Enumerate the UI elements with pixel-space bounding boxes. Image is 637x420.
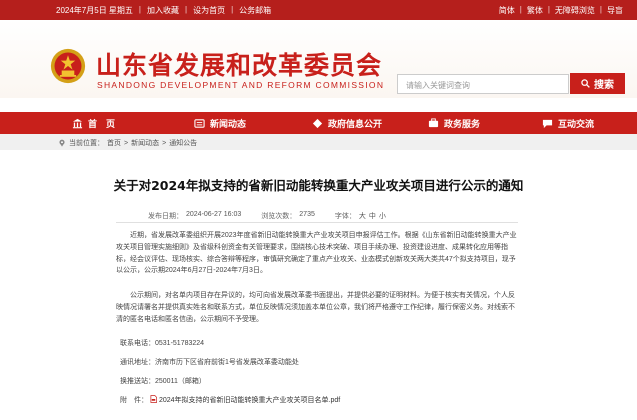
breadcrumb-news[interactable]: 新闻动态: [131, 138, 159, 148]
nav-item-gov-service[interactable]: 政务服务: [428, 112, 480, 134]
site-header: 山东省发展和改革委员会 SHANDONG DEVELOPMENT AND REF…: [0, 20, 637, 98]
nav-item-info-disclosure-label: 政府信息公开: [328, 118, 383, 129]
postal-code-label: 换推送站：: [120, 378, 155, 385]
font-size-medium[interactable]: 中: [369, 211, 376, 221]
main-navigation: 首 页 新闻动态 政府信息公开 政务服务 互动交流: [0, 112, 637, 134]
accessibility-link[interactable]: 无障碍浏览: [555, 5, 595, 16]
breadcrumb-prefix: 当前位置：: [69, 140, 104, 147]
site-title: 山东省发展和改革委员会: [96, 51, 383, 80]
contact-phone-value: 0531-51783224: [155, 340, 205, 347]
mailing-address-value: 济南市历下区省府前街1号省发展改革委动能处: [155, 359, 299, 366]
search-button[interactable]: 搜索: [570, 73, 625, 94]
publish-date-label: 发布日期：: [148, 213, 183, 220]
gov-service-icon: [428, 117, 439, 127]
nav-item-home-label: 首 页: [88, 118, 116, 129]
font-size-small[interactable]: 小: [379, 211, 386, 221]
article-meta: 发布日期： 2024-06-27 16:03 浏览次数： 2735 字体： 大 …: [148, 211, 386, 221]
info-disclosure-icon: [312, 118, 323, 128]
breadcrumb-separator: >: [124, 139, 129, 147]
view-count-label: 浏览次数：: [261, 213, 297, 220]
meta-divider: [116, 222, 518, 223]
mailing-address-label: 通讯地址：: [120, 359, 155, 366]
postal-code-value: 250011（邮箱）: [155, 378, 206, 385]
current-date: 2024年7月5日 星期五: [56, 6, 133, 15]
nav-item-gov-service-label: 政务服务: [444, 118, 481, 129]
contact-phone: 联系电话：0531-51783224: [120, 338, 204, 348]
blind-guide-link[interactable]: 导盲: [607, 5, 623, 16]
top-left-links: 2024年7月5日 星期五 | 加入收藏 | 设为首页 | 公务邮箱: [56, 5, 272, 16]
attachment-row: 附 件： 2024年拟支持的省新旧动能转换重大产业攻关项目名单.pdf: [120, 395, 340, 405]
breadcrumb: 当前位置： 首页 > 新闻动态 > 通知公告: [58, 138, 197, 148]
traditional-chinese-link[interactable]: 繁体: [527, 5, 543, 16]
article-paragraph-1: 近期，省发展改革委组织开展2023年度省新旧动能转换重大产业攻关项目申报评估工作…: [116, 232, 517, 275]
news-icon: [194, 118, 205, 128]
publish-date: 2024-06-27 16:03: [186, 211, 242, 218]
government-building-icon: [72, 118, 83, 128]
search-button-label: 搜索: [594, 80, 614, 91]
article-paragraph-2: 公示期间，对名单内项目存在异议的，均可向省发展改革委书面提出，并提供必要的证明材…: [116, 292, 515, 323]
site-title-english: SHANDONG DEVELOPMENT AND REFORM COMMISSI…: [97, 80, 385, 90]
search-icon: [581, 79, 590, 88]
simplified-chinese-link[interactable]: 简体: [499, 5, 515, 16]
official-mail-link[interactable]: 公务邮箱: [239, 5, 271, 16]
search-input[interactable]: 请输入关键词查询: [397, 74, 569, 94]
article-title: 关于对2024年拟支持的省新旧动能转换重大产业攻关项目进行公示的通知: [113, 178, 524, 193]
nav-item-news[interactable]: 新闻动态: [194, 112, 246, 134]
font-size-large[interactable]: 大: [359, 211, 366, 221]
nav-item-news-label: 新闻动态: [210, 118, 247, 129]
top-right-links: 简体 | 繁体 | 无障碍浏览 | 导盲: [498, 5, 623, 16]
attachment-pdf-link[interactable]: 2024年拟支持的省新旧动能转换重大产业攻关项目名单.pdf: [159, 397, 340, 404]
nav-item-home[interactable]: 首 页: [72, 112, 115, 134]
nav-item-info-disclosure[interactable]: 政府信息公开: [312, 112, 382, 134]
nav-item-interaction-label: 互动交流: [558, 118, 595, 129]
top-utility-bar: 2024年7月5日 星期五 | 加入收藏 | 设为首页 | 公务邮箱 简体 | …: [0, 0, 637, 20]
attachment-label: 附 件：: [120, 397, 148, 404]
pdf-file-icon: [150, 395, 157, 403]
mailing-address: 通讯地址：济南市历下区省府前街1号省发展改革委动能处: [120, 357, 299, 367]
breadcrumb-notices[interactable]: 通知公告: [169, 138, 197, 148]
contact-phone-label: 联系电话：: [120, 340, 155, 347]
location-icon: [59, 139, 65, 147]
chat-icon: [542, 119, 553, 128]
nav-item-interaction[interactable]: 互动交流: [542, 112, 594, 134]
postal-code: 换推送站：250011（邮箱）: [120, 376, 206, 386]
national-emblem-icon: [50, 48, 86, 84]
breadcrumb-home[interactable]: 首页: [107, 138, 121, 148]
add-favorite-link[interactable]: 加入收藏: [147, 5, 179, 16]
breadcrumb-separator: >: [162, 139, 167, 147]
view-count: 2735: [299, 211, 315, 218]
breadcrumb-bar: 当前位置： 首页 > 新闻动态 > 通知公告: [0, 134, 637, 150]
set-homepage-link[interactable]: 设为首页: [193, 5, 225, 16]
font-size-label: 字体：: [334, 213, 356, 220]
